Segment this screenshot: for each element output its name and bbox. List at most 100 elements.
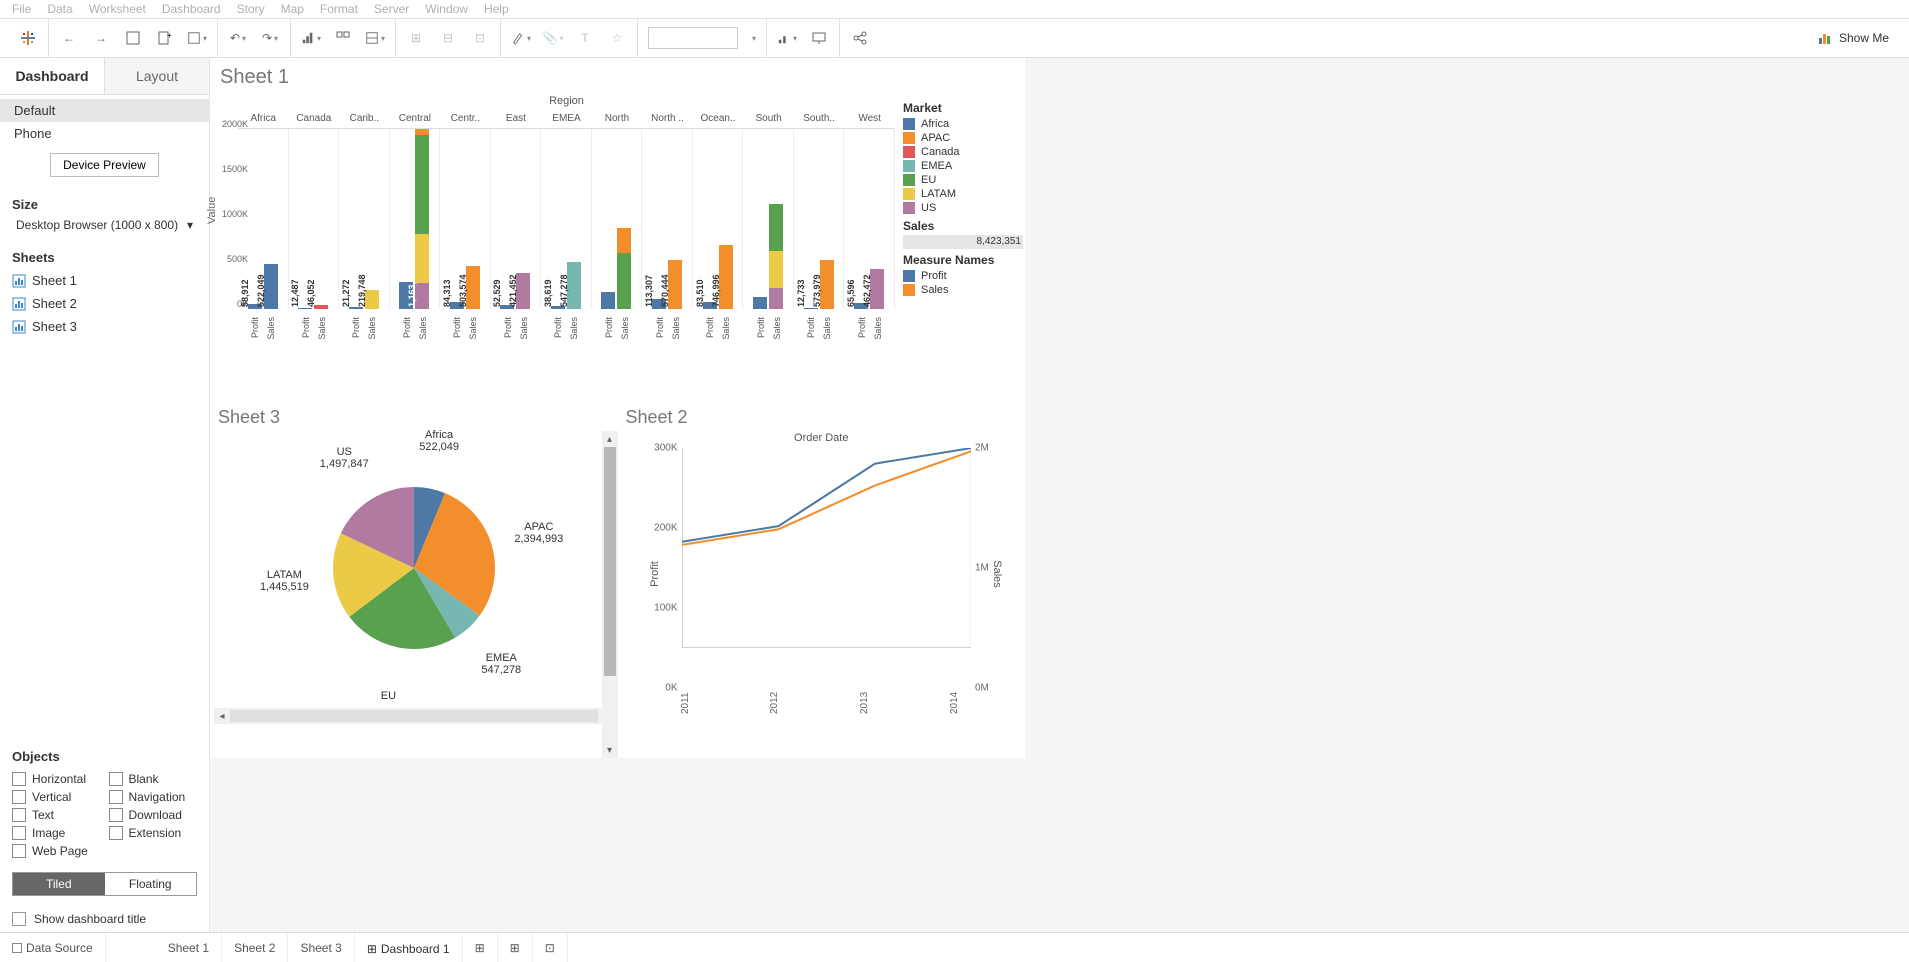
search-input[interactable]: [648, 27, 738, 49]
object-text[interactable]: Text: [12, 808, 101, 822]
star-icon[interactable]: ☆: [607, 28, 627, 48]
object-image[interactable]: Image: [12, 826, 101, 840]
menu-story[interactable]: Story: [237, 2, 265, 16]
sheet3-scrollbar-v[interactable]: ▴▾: [602, 431, 618, 758]
fit-icon[interactable]: ▾: [777, 28, 797, 48]
menu-server[interactable]: Server: [374, 2, 409, 16]
tableau-logo-icon[interactable]: [18, 28, 38, 48]
sheet2-chart[interactable]: Sheet 2 Order Date 0K100K200K300K0M1M2M2…: [618, 403, 1026, 758]
device-phone[interactable]: Phone: [0, 122, 209, 145]
text-icon[interactable]: T: [575, 28, 595, 48]
legend-item[interactable]: Profit: [903, 269, 1017, 283]
sheet1-chart[interactable]: Region AfricaCanadaCarib..CentralCentr..…: [210, 93, 895, 403]
line-chart-svg[interactable]: [682, 448, 972, 648]
show-me-icon: [1817, 30, 1833, 46]
object-vertical[interactable]: Vertical: [12, 790, 101, 804]
region-column[interactable]: 52,529421,452: [491, 129, 542, 309]
legend-item[interactable]: Sales: [903, 283, 1017, 297]
object-horizontal[interactable]: Horizontal: [12, 772, 101, 786]
show-title-checkbox[interactable]: [12, 912, 26, 926]
sheet3-title: Sheet 3: [214, 407, 614, 428]
sheet-item[interactable]: Sheet 3: [12, 315, 197, 338]
menu-dashboard[interactable]: Dashboard: [162, 2, 221, 16]
new-worksheet-tab-icon[interactable]: ⊞: [463, 933, 498, 962]
show-me-button[interactable]: Show Me: [1805, 30, 1901, 46]
legend-item[interactable]: APAC: [903, 131, 1017, 145]
swap-icon[interactable]: ▾: [301, 28, 321, 48]
new-data-icon[interactable]: +: [155, 28, 175, 48]
tab-dashboard-1[interactable]: ⊞Dashboard 1: [355, 933, 463, 962]
sheet2-title: Sheet 2: [622, 407, 1022, 428]
highlight-icon[interactable]: ▾: [511, 28, 531, 48]
legend-item[interactable]: EMEA: [903, 159, 1017, 173]
menu-bar[interactable]: File Data Worksheet Dashboard Story Map Format…: [0, 0, 1909, 18]
tab-sheet-3[interactable]: Sheet 3: [288, 933, 354, 962]
new-story-tab-icon[interactable]: ⊡: [533, 933, 568, 962]
menu-file[interactable]: File: [12, 2, 31, 16]
sheet-item[interactable]: Sheet 1: [12, 269, 197, 292]
undo-icon[interactable]: ↶▾: [228, 28, 248, 48]
new-dashboard-tab-icon[interactable]: ⊞: [498, 933, 533, 962]
legend-item[interactable]: Africa: [903, 117, 1017, 131]
redo-icon[interactable]: ↷▾: [260, 28, 280, 48]
data-source-tab[interactable]: Data Source: [0, 933, 106, 962]
presentation-icon[interactable]: [809, 28, 829, 48]
region-column[interactable]: 12,733573,979: [794, 129, 845, 309]
legend-item[interactable]: LATAM: [903, 187, 1017, 201]
region-column[interactable]: 84,313503,574: [440, 129, 491, 309]
menu-help[interactable]: Help: [484, 2, 509, 16]
tab-dashboard[interactable]: Dashboard: [0, 58, 104, 94]
sheet-item[interactable]: Sheet 2: [12, 292, 197, 315]
region-column[interactable]: 21,272219,748: [339, 129, 390, 309]
region-column[interactable]: 83,510746,996: [693, 129, 744, 309]
tab-layout[interactable]: Layout: [104, 58, 209, 94]
tab-sheet-1[interactable]: Sheet 1: [156, 933, 222, 962]
size-header: Size: [0, 189, 209, 216]
pie-chart[interactable]: [324, 478, 504, 658]
object-blank[interactable]: Blank: [109, 772, 198, 786]
object-web-page[interactable]: Web Page: [12, 844, 101, 858]
back-icon[interactable]: ←: [59, 28, 79, 48]
menu-worksheet[interactable]: Worksheet: [89, 2, 146, 16]
show-me-label: Show Me: [1839, 31, 1889, 45]
sort-desc-icon[interactable]: ▾: [365, 28, 385, 48]
region-column[interactable]: 1,163,161: [390, 129, 441, 309]
attach-icon[interactable]: 📎▾: [543, 28, 563, 48]
object-download[interactable]: Download: [109, 808, 198, 822]
object-extension[interactable]: Extension: [109, 826, 198, 840]
tab-sheet-2[interactable]: Sheet 2: [222, 933, 288, 962]
legend-item[interactable]: EU: [903, 173, 1017, 187]
menu-window[interactable]: Window: [425, 2, 468, 16]
region-column[interactable]: 113,307570,444: [642, 129, 693, 309]
menu-format[interactable]: Format: [320, 2, 358, 16]
device-default[interactable]: Default: [0, 99, 209, 122]
tiled-button[interactable]: Tiled: [13, 873, 105, 895]
share-icon[interactable]: [850, 28, 870, 48]
save-icon[interactable]: [123, 28, 143, 48]
legend-market-title: Market: [903, 101, 1017, 115]
region-column[interactable]: [743, 129, 794, 309]
legend-item[interactable]: Canada: [903, 145, 1017, 159]
size-dropdown[interactable]: Desktop Browser (1000 x 800)▾: [12, 216, 197, 234]
percent-icon[interactable]: ⊡: [470, 28, 490, 48]
dashboard-canvas[interactable]: Sheet 1 Region AfricaCanadaCarib..Centra…: [210, 58, 1909, 932]
forward-icon[interactable]: →: [91, 28, 111, 48]
region-column[interactable]: [592, 129, 643, 309]
totals-icon[interactable]: ⊟: [438, 28, 458, 48]
floating-button[interactable]: Floating: [105, 873, 197, 895]
object-navigation[interactable]: Navigation: [109, 790, 198, 804]
device-preview-button[interactable]: Device Preview: [50, 153, 159, 177]
group-icon[interactable]: ⊞: [406, 28, 426, 48]
region-column[interactable]: 58,912522,049: [238, 129, 289, 309]
menu-data[interactable]: Data: [47, 2, 72, 16]
region-column[interactable]: 65,596462,472: [844, 129, 895, 309]
region-column[interactable]: 12,48746,052: [289, 129, 340, 309]
new-worksheet-icon[interactable]: ▾: [187, 28, 207, 48]
legend-item[interactable]: US: [903, 201, 1017, 215]
sheet3-chart[interactable]: Sheet 3 Africa522,049APAC2,394,993EMEA54…: [210, 403, 618, 758]
sales-total-bar: 8,423,351: [903, 235, 1023, 249]
sheet3-scrollbar-h[interactable]: ◂▸: [214, 708, 614, 724]
sort-asc-icon[interactable]: [333, 28, 353, 48]
region-column[interactable]: 38,619547,278: [541, 129, 592, 309]
menu-map[interactable]: Map: [281, 2, 304, 16]
